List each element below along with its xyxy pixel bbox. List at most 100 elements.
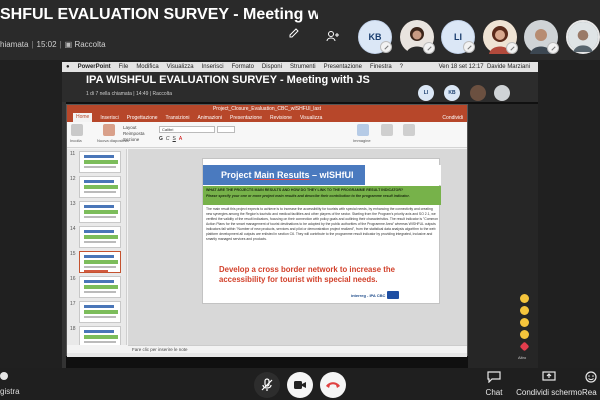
- bold-icon[interactable]: G: [159, 136, 163, 142]
- tab-revisione[interactable]: Revisione: [270, 115, 292, 121]
- ppt-window-title: Project_Closure_Evaluation_CBC_wISHFUl_l…: [67, 105, 467, 113]
- participant-avatar-li[interactable]: LI: [441, 20, 475, 54]
- slide-thumbnail[interactable]: [79, 301, 121, 323]
- inner-avatar-photo: [494, 85, 510, 101]
- font-color-icon[interactable]: A: [179, 136, 182, 142]
- participant-avatar-photo[interactable]: [524, 20, 559, 54]
- record-icon[interactable]: [0, 372, 8, 380]
- menu-item: ?: [399, 64, 404, 70]
- thumbnail-row[interactable]: 18: [67, 324, 126, 345]
- slide-body-text: The main result this project expects to …: [206, 207, 439, 241]
- slide-thumbnail[interactable]: [79, 276, 121, 298]
- call-title: SHFUL EVALUATION SURVEY - Meeting with J…: [0, 6, 318, 23]
- end-call-button[interactable]: [320, 372, 346, 398]
- mac-menu-bar: ● PowerPoint File Modifica Visualizza In…: [62, 62, 538, 72]
- tab-transizioni[interactable]: Transizioni: [166, 115, 190, 121]
- add-participant-icon[interactable]: [326, 30, 340, 42]
- share-button[interactable]: Condividi: [442, 115, 463, 121]
- participant-avatar-photo[interactable]: [400, 20, 435, 54]
- font-name-field[interactable]: Calibri: [159, 126, 215, 133]
- call-time: 15:02: [36, 40, 57, 49]
- thumbnail-row[interactable]: 13: [67, 199, 126, 224]
- reset-button[interactable]: Reimposta: [123, 131, 145, 136]
- chat-button[interactable]: Chat: [482, 368, 506, 397]
- image-label: Immagine: [353, 138, 371, 143]
- emoji-reaction-icon[interactable]: [520, 306, 529, 315]
- thumbnail-row-selected[interactable]: 15: [67, 249, 126, 274]
- tab-animazioni[interactable]: Animazioni: [198, 115, 222, 121]
- more-label[interactable]: Altro: [518, 355, 526, 360]
- tab-progettazione[interactable]: Progettazione: [127, 115, 158, 121]
- textbox-icon[interactable]: [403, 124, 415, 136]
- emoji-reaction-icon[interactable]: [520, 330, 529, 339]
- thumbnail-row[interactable]: 16: [67, 274, 126, 299]
- participant-avatar-self[interactable]: [566, 20, 600, 54]
- ppt-ribbon: Incolla Nuova diapositiva Layout Reimpos…: [67, 122, 467, 148]
- emoji-reaction-icon[interactable]: [520, 294, 529, 303]
- camera-icon: [294, 381, 306, 389]
- shapes-icon[interactable]: [381, 124, 393, 136]
- inner-avatar-li: LI: [418, 85, 434, 101]
- slide-thumbnail[interactable]: [79, 176, 121, 198]
- tab-visualizza[interactable]: Visualizza: [300, 115, 322, 121]
- slide-thumbnail-selected[interactable]: [79, 251, 121, 273]
- emoji-reaction-icon[interactable]: [520, 318, 529, 327]
- slide-question-box: WHAT ARE THE PROJECTS MAIN RESULTS AND H…: [203, 186, 441, 205]
- slide-thumbnail[interactable]: [79, 326, 121, 345]
- call-header: SHFUL EVALUATION SURVEY - Meeting with J…: [0, 0, 600, 60]
- muted-mic-icon: [506, 42, 518, 54]
- slide-thumbnail[interactable]: [79, 151, 121, 173]
- interreg-logo: interreg - IPA CBC: [351, 290, 421, 300]
- folder-icon: ▣: [64, 40, 75, 49]
- menu-item: Modifica: [136, 64, 159, 70]
- thumbnail-row[interactable]: 11: [67, 149, 126, 174]
- current-slide[interactable]: Project Main Results – wISHfUl WHAT ARE …: [202, 158, 441, 304]
- edit-title-icon[interactable]: [289, 28, 299, 38]
- slide-highlight-text: Develop a cross border network to increa…: [219, 265, 395, 285]
- italic-icon[interactable]: C: [166, 136, 170, 142]
- menu-app-name: PowerPoint: [77, 64, 111, 70]
- slide-number: 11: [70, 151, 76, 157]
- notes-field[interactable]: Fare clic per inserire le note: [128, 345, 467, 353]
- underline-icon[interactable]: S: [173, 136, 176, 142]
- chat-icon: [487, 371, 501, 384]
- slide-number: 17: [70, 301, 76, 307]
- tab-inserisci[interactable]: Inserisci: [100, 115, 118, 121]
- muted-mic-icon: [261, 378, 273, 391]
- paste-label: Incolla: [70, 138, 82, 143]
- paste-icon[interactable]: [71, 124, 83, 136]
- section-button[interactable]: Sezione: [123, 137, 139, 142]
- reactions-icon: [585, 371, 597, 383]
- reactions-button[interactable]: Rea: [582, 368, 600, 397]
- record-label[interactable]: gistra: [0, 387, 20, 396]
- new-slide-icon[interactable]: [103, 124, 115, 136]
- share-screen-button[interactable]: Condividi schermo: [516, 368, 582, 397]
- share-screen-label: Condividi schermo: [516, 388, 582, 397]
- slide-question: WHAT ARE THE PROJECTS MAIN RESULTS AND H…: [206, 188, 404, 192]
- menu-item: Strumenti: [289, 64, 316, 70]
- inner-avatar-kb: KB: [444, 85, 460, 101]
- mute-mic-button[interactable]: [254, 372, 280, 398]
- menu-item: Finestra: [369, 64, 392, 70]
- image-icon[interactable]: [357, 124, 369, 136]
- camera-button[interactable]: [287, 372, 313, 398]
- ppt-status-bar: [67, 353, 467, 357]
- tab-home[interactable]: Home: [73, 113, 93, 122]
- slide-thumbnails: 11 12 13 14 15 16 17 18: [67, 149, 127, 345]
- slide-thumbnail[interactable]: [79, 226, 121, 248]
- thumbnail-row[interactable]: 17: [67, 299, 126, 324]
- slide-thumbnail[interactable]: [79, 201, 121, 223]
- slide-number: 14: [70, 226, 76, 232]
- muted-mic-icon: [547, 42, 559, 54]
- tab-presentazione[interactable]: Presentazione: [230, 115, 262, 121]
- font-size-field[interactable]: [217, 126, 235, 133]
- participant-avatar-photo[interactable]: [483, 20, 518, 54]
- thumbnail-row[interactable]: 12: [67, 174, 126, 199]
- thumbnail-row[interactable]: 14: [67, 224, 126, 249]
- participant-avatar-kb[interactable]: KB: [358, 20, 392, 54]
- inner-call-title: IPA WISHFUL EVALUATION SURVEY - Meeting …: [86, 74, 370, 86]
- format-row: G C S A: [159, 136, 182, 142]
- eu-flag-icon: [387, 291, 400, 299]
- heart-reaction-icon[interactable]: [519, 341, 530, 352]
- layout-button[interactable]: Layout: [123, 125, 137, 130]
